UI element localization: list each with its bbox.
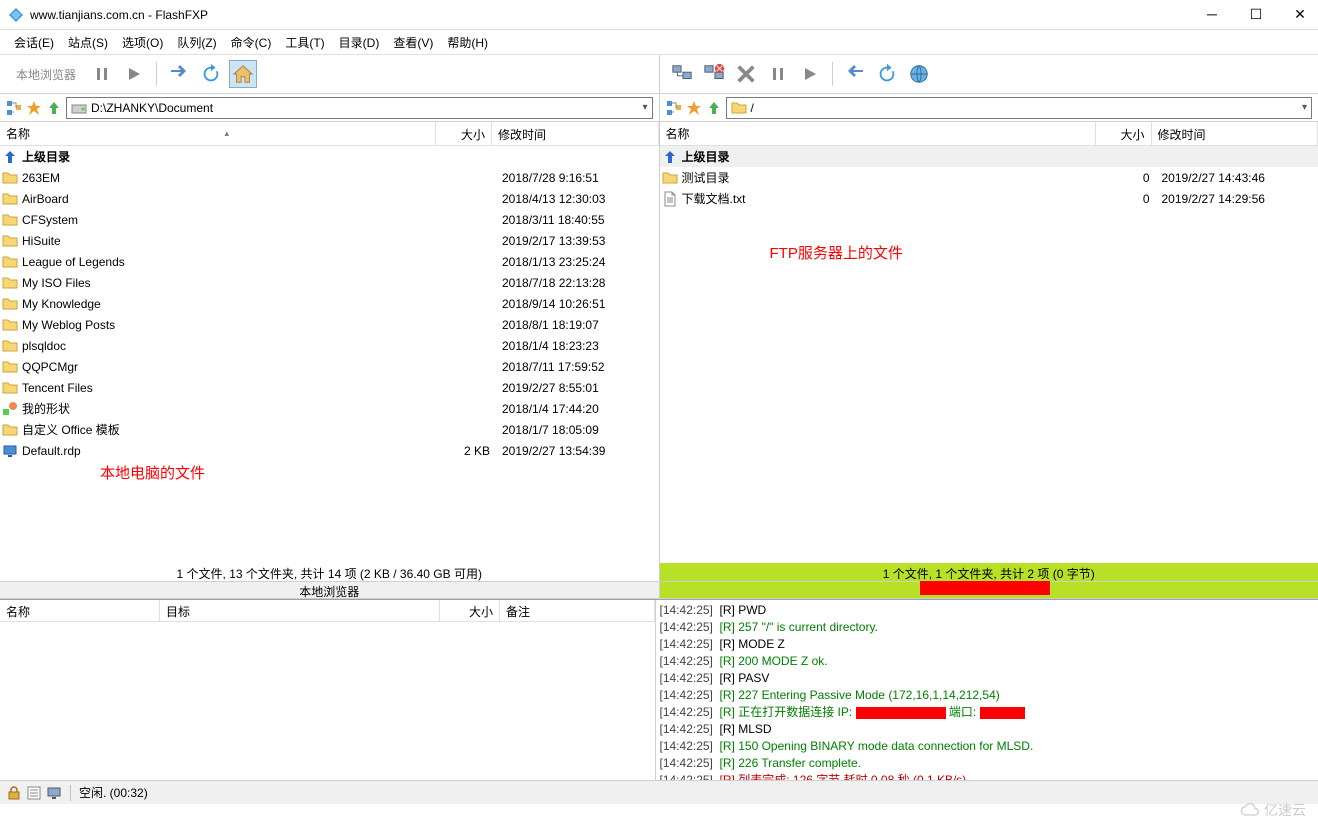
queue-panel[interactable]: 名称 目标 大小 备注: [0, 600, 656, 780]
local-path-text: D:\ZHANKY\Document: [91, 101, 213, 115]
redaction-bar: [920, 581, 1050, 595]
menu-queue[interactable]: 队列(Z): [171, 32, 222, 53]
file-row[interactable]: League of Legends2018/1/13 23:25:24: [0, 251, 659, 272]
connect-button[interactable]: [668, 60, 696, 88]
file-row[interactable]: Tencent Files2019/2/27 8:55:01: [0, 377, 659, 398]
up-folder-icon: [662, 149, 678, 165]
chevron-down-icon[interactable]: ▾: [642, 102, 647, 113]
menu-directory[interactable]: 目录(D): [333, 32, 386, 53]
close-button[interactable]: ✕: [1290, 6, 1310, 23]
local-browser-label-bar: 本地浏览器: [0, 581, 659, 599]
main-toolbars: 本地浏览器: [0, 54, 1318, 94]
parent-dir-row[interactable]: 上级目录: [660, 146, 1318, 167]
watermark: 亿速云: [1240, 800, 1306, 820]
file-row[interactable]: QQPCMgr2018/7/11 17:59:52: [0, 356, 659, 377]
list-icon: [26, 785, 42, 801]
local-summary: 1 个文件, 13 个文件夹, 共计 14 项 (2 KB / 36.40 GB…: [0, 563, 659, 581]
globe-button[interactable]: [905, 60, 933, 88]
queue-col-name[interactable]: 名称: [0, 600, 160, 621]
pathbar-row: D:\ZHANKY\Document ▾ / ▾: [0, 94, 1318, 122]
up-folder-icon: [2, 149, 18, 165]
play-remote-button[interactable]: [796, 60, 824, 88]
file-row[interactable]: My Knowledge2018/9/14 10:26:51: [0, 293, 659, 314]
window-title: www.tianjians.com.cn - FlashFXP: [30, 8, 1202, 22]
drive-icon: [71, 100, 87, 116]
home-button[interactable]: [229, 60, 257, 88]
lock-icon: [6, 785, 22, 801]
transfer-button[interactable]: [165, 60, 193, 88]
up-arrow-icon[interactable]: [46, 100, 62, 116]
remote-summary: 1 个文件, 1 个文件夹, 共计 2 项 (0 字节): [660, 563, 1318, 581]
remote-path-input[interactable]: / ▾: [726, 97, 1313, 119]
disconnect-button[interactable]: [700, 60, 728, 88]
up-arrow-remote-icon[interactable]: [706, 100, 722, 116]
star-icon[interactable]: [26, 100, 42, 116]
remote-file-list[interactable]: 上级目录 测试目录02019/2/27 14:43:46下载文档.txt0201…: [660, 146, 1318, 563]
queue-col-size[interactable]: 大小: [440, 600, 500, 621]
remote-file-header[interactable]: 名称 大小 修改时间: [660, 122, 1318, 146]
menu-session[interactable]: 会话(E): [8, 32, 60, 53]
titlebar: www.tianjians.com.cn - FlashFXP ─ ☐ ✕: [0, 0, 1318, 30]
file-row[interactable]: HiSuite2019/2/17 13:39:53: [0, 230, 659, 251]
menubar: 会话(E) 站点(S) 选项(O) 队列(Z) 命令(C) 工具(T) 目录(D…: [0, 30, 1318, 54]
local-file-list[interactable]: 上级目录 263EM2018/7/28 9:16:51AirBoard2018/…: [0, 146, 659, 563]
menu-site[interactable]: 站点(S): [62, 32, 114, 53]
file-row[interactable]: 测试目录02019/2/27 14:43:46: [660, 167, 1318, 188]
file-row[interactable]: My ISO Files2018/7/18 22:13:28: [0, 272, 659, 293]
abort-button[interactable]: [732, 60, 760, 88]
file-row[interactable]: 我的形状2018/1/4 17:44:20: [0, 398, 659, 419]
file-panels: 名称▴ 大小 修改时间 上级目录 263EM2018/7/28 9:16:51A…: [0, 122, 1318, 600]
file-row[interactable]: CFSystem2018/3/11 18:40:55: [0, 209, 659, 230]
tree-icon[interactable]: [6, 100, 22, 116]
maximize-button[interactable]: ☐: [1246, 6, 1266, 23]
monitor-icon: [46, 785, 62, 801]
tree-remote-icon[interactable]: [666, 100, 682, 116]
minimize-button[interactable]: ─: [1202, 6, 1222, 23]
pause-button[interactable]: [88, 60, 116, 88]
menu-options[interactable]: 选项(O): [116, 32, 169, 53]
file-row[interactable]: 263EM2018/7/28 9:16:51: [0, 167, 659, 188]
menu-tools[interactable]: 工具(T): [279, 32, 330, 53]
menu-help[interactable]: 帮助(H): [441, 32, 494, 53]
sort-chevron-icon: ▴: [224, 128, 229, 139]
parent-dir-row[interactable]: 上级目录: [0, 146, 659, 167]
file-row[interactable]: AirBoard2018/4/13 12:30:03: [0, 188, 659, 209]
local-panel: 名称▴ 大小 修改时间 上级目录 263EM2018/7/28 9:16:51A…: [0, 122, 660, 600]
status-text: 空闲. (00:32): [79, 784, 148, 801]
local-browser-label: 本地浏览器: [8, 66, 84, 83]
queue-col-target[interactable]: 目标: [160, 600, 440, 621]
transfer-remote-button[interactable]: [841, 60, 869, 88]
chevron-down-icon[interactable]: ▾: [1302, 102, 1307, 113]
play-button[interactable]: [120, 60, 148, 88]
refresh-button[interactable]: [197, 60, 225, 88]
statusbar: 空闲. (00:32): [0, 780, 1318, 804]
remote-path-text: /: [751, 101, 754, 115]
file-row[interactable]: My Weblog Posts2018/8/1 18:19:07: [0, 314, 659, 335]
local-path-input[interactable]: D:\ZHANKY\Document ▾: [66, 97, 653, 119]
menu-commands[interactable]: 命令(C): [225, 32, 278, 53]
pause-remote-button[interactable]: [764, 60, 792, 88]
menu-view[interactable]: 查看(V): [387, 32, 439, 53]
file-row[interactable]: 下载文档.txt02019/2/27 14:29:56: [660, 188, 1318, 209]
file-row[interactable]: Default.rdp2 KB2019/2/27 13:54:39: [0, 440, 659, 461]
file-row[interactable]: plsqldoc2018/1/4 18:23:23: [0, 335, 659, 356]
remote-panel: 名称 大小 修改时间 上级目录 测试目录02019/2/27 14:43:46下…: [660, 122, 1318, 600]
refresh-remote-button[interactable]: [873, 60, 901, 88]
star-remote-icon[interactable]: [686, 100, 702, 116]
queue-col-note[interactable]: 备注: [500, 600, 655, 621]
folder-icon: [731, 100, 747, 116]
log-panel[interactable]: [14:42:25] [R] PWD[14:42:25] [R] 257 "/"…: [656, 600, 1318, 780]
local-file-header[interactable]: 名称▴ 大小 修改时间: [0, 122, 659, 146]
file-row[interactable]: 自定义 Office 模板2018/1/7 18:05:09: [0, 419, 659, 440]
bottom-split: 名称 目标 大小 备注 [14:42:25] [R] PWD[14:42:25]…: [0, 600, 1318, 780]
app-icon: [8, 7, 24, 23]
